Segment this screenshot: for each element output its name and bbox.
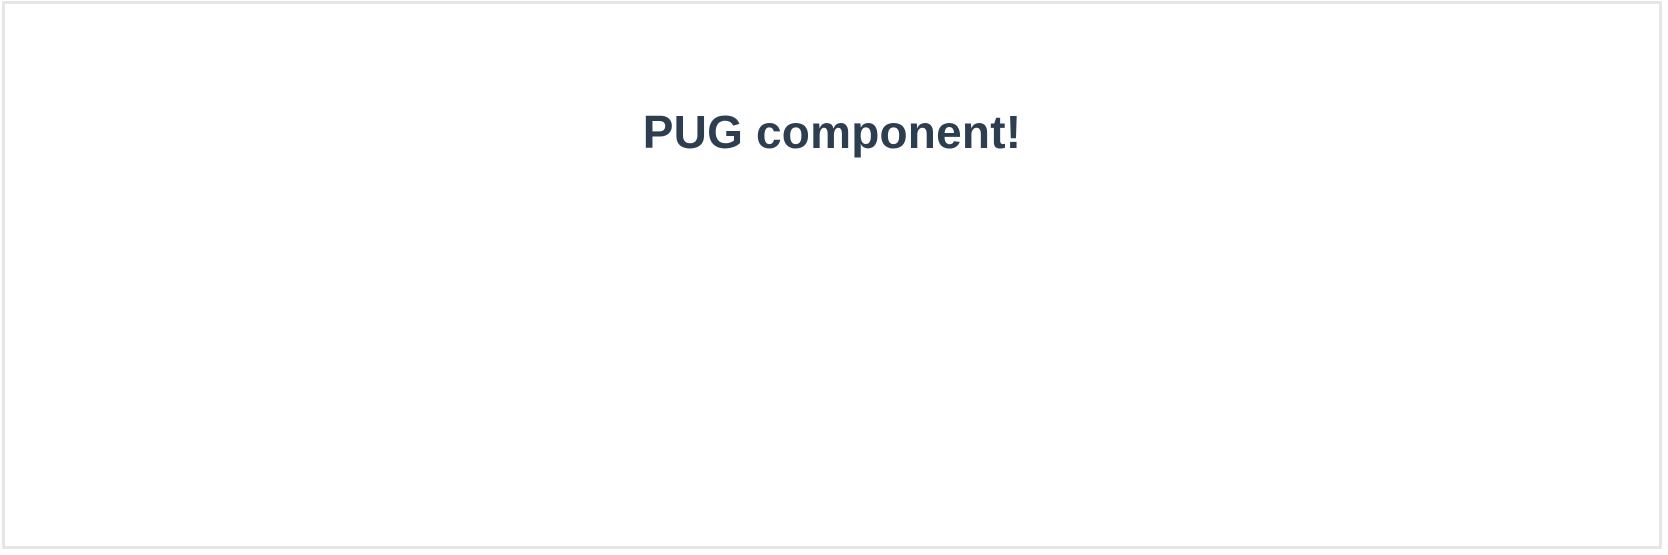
- app-frame: PUG component!: [2, 1, 1662, 549]
- page-title: PUG component!: [642, 106, 1022, 158]
